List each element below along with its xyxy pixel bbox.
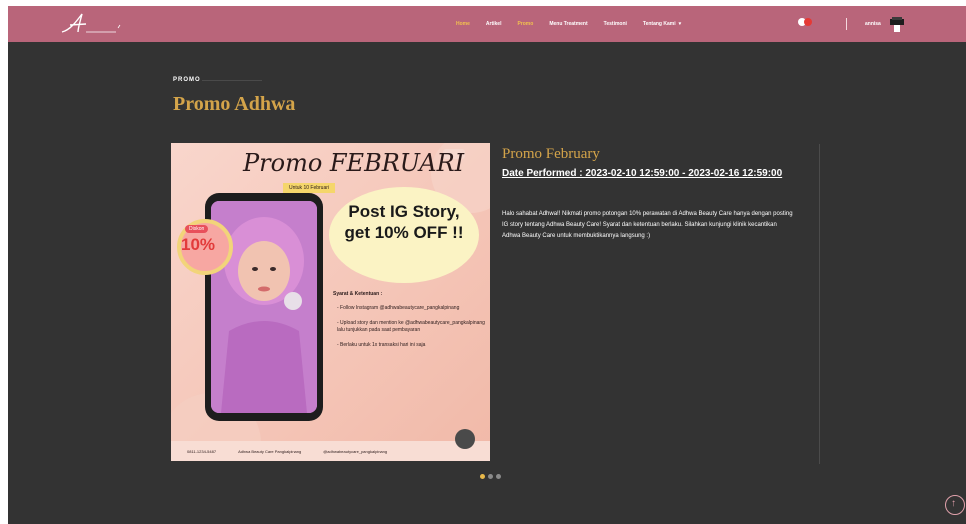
carousel-indicators bbox=[480, 474, 504, 479]
list-item: - Upload story dan mention ke @adhwabeau… bbox=[337, 320, 485, 333]
promo-description: Halo sahabat Adhwa!! Nikmati promo poton… bbox=[502, 211, 793, 239]
navbar: Home Artikel Promo Menu Treatment Testim… bbox=[8, 6, 966, 42]
cart-button[interactable] bbox=[798, 18, 812, 26]
user-menu[interactable]: annisa bbox=[865, 14, 907, 34]
poster-subheading: Untuk 10 Februari bbox=[283, 183, 336, 193]
nav-artikel[interactable]: Artikel bbox=[486, 21, 502, 27]
list-item: - Follow Instagram @adhwabeautycare_pang… bbox=[337, 305, 460, 311]
terms-list: - Follow Instagram @adhwabeautycare_pang… bbox=[337, 305, 485, 357]
section-kicker: PROMO bbox=[173, 77, 201, 83]
discount-badge-value: 10% bbox=[181, 235, 216, 254]
discount-badge-label: Diskon bbox=[185, 225, 209, 233]
chevron-down-icon: ▾ bbox=[678, 21, 682, 27]
bubble-text: Post IG Story, get 10% OFF !! bbox=[344, 202, 464, 242]
carousel-dot-3[interactable] bbox=[496, 474, 501, 479]
contact-location: Adhwa Beauty Care Pangkalpinang bbox=[238, 448, 302, 454]
promo-date: Date Performed : 2023-02-10 12:59:00 - 2… bbox=[502, 168, 783, 179]
page: Home Artikel Promo Menu Treatment Testim… bbox=[8, 6, 966, 524]
terms-title: Syarat & Ketentuan : bbox=[333, 291, 383, 297]
carousel-dot-2[interactable] bbox=[488, 474, 493, 479]
poster-heading: Promo FEBRUARI bbox=[243, 149, 465, 177]
nav-tentang-kami[interactable]: Tentang Kami ▾ bbox=[643, 21, 681, 27]
nav-tentang-kami-label: Tentang Kami bbox=[642, 21, 676, 27]
contact-instagram: @adhwabeautycare_pangkalpinang bbox=[323, 448, 388, 454]
nav-menu-treatment[interactable]: Menu Treatment bbox=[549, 21, 587, 27]
scroll-top-button[interactable]: ↑ bbox=[945, 495, 965, 515]
cart-badge bbox=[804, 18, 812, 26]
contact-phone: 0811-1234-5487 bbox=[187, 448, 217, 454]
brand-logo[interactable] bbox=[56, 10, 126, 38]
list-item: - Berlaku untuk 1x transaksi hari ini sa… bbox=[337, 342, 426, 348]
arrow-up-icon: ↑ bbox=[951, 498, 956, 509]
kicker-divider bbox=[202, 80, 262, 81]
promo-title: Promo February bbox=[502, 146, 600, 162]
promo-image[interactable]: Promo FEBRUARI Untuk 10 Februari Post IG… bbox=[171, 143, 490, 461]
poster-contact-bar: 0811-1234-5487 Adhwa Beauty Care Pangkal… bbox=[171, 441, 490, 461]
nav-testimoni[interactable]: Testimoni bbox=[604, 21, 627, 27]
carousel-dot-1[interactable] bbox=[480, 474, 485, 479]
nav-divider bbox=[846, 18, 847, 30]
main-nav: Home Artikel Promo Menu Treatment Testim… bbox=[456, 6, 697, 42]
content-divider bbox=[819, 144, 820, 464]
page-title: Promo Adhwa bbox=[173, 93, 296, 115]
user-name: annisa bbox=[865, 21, 881, 27]
nav-home[interactable]: Home bbox=[456, 21, 470, 27]
nav-promo[interactable]: Promo bbox=[517, 21, 533, 27]
avatar bbox=[889, 17, 904, 32]
